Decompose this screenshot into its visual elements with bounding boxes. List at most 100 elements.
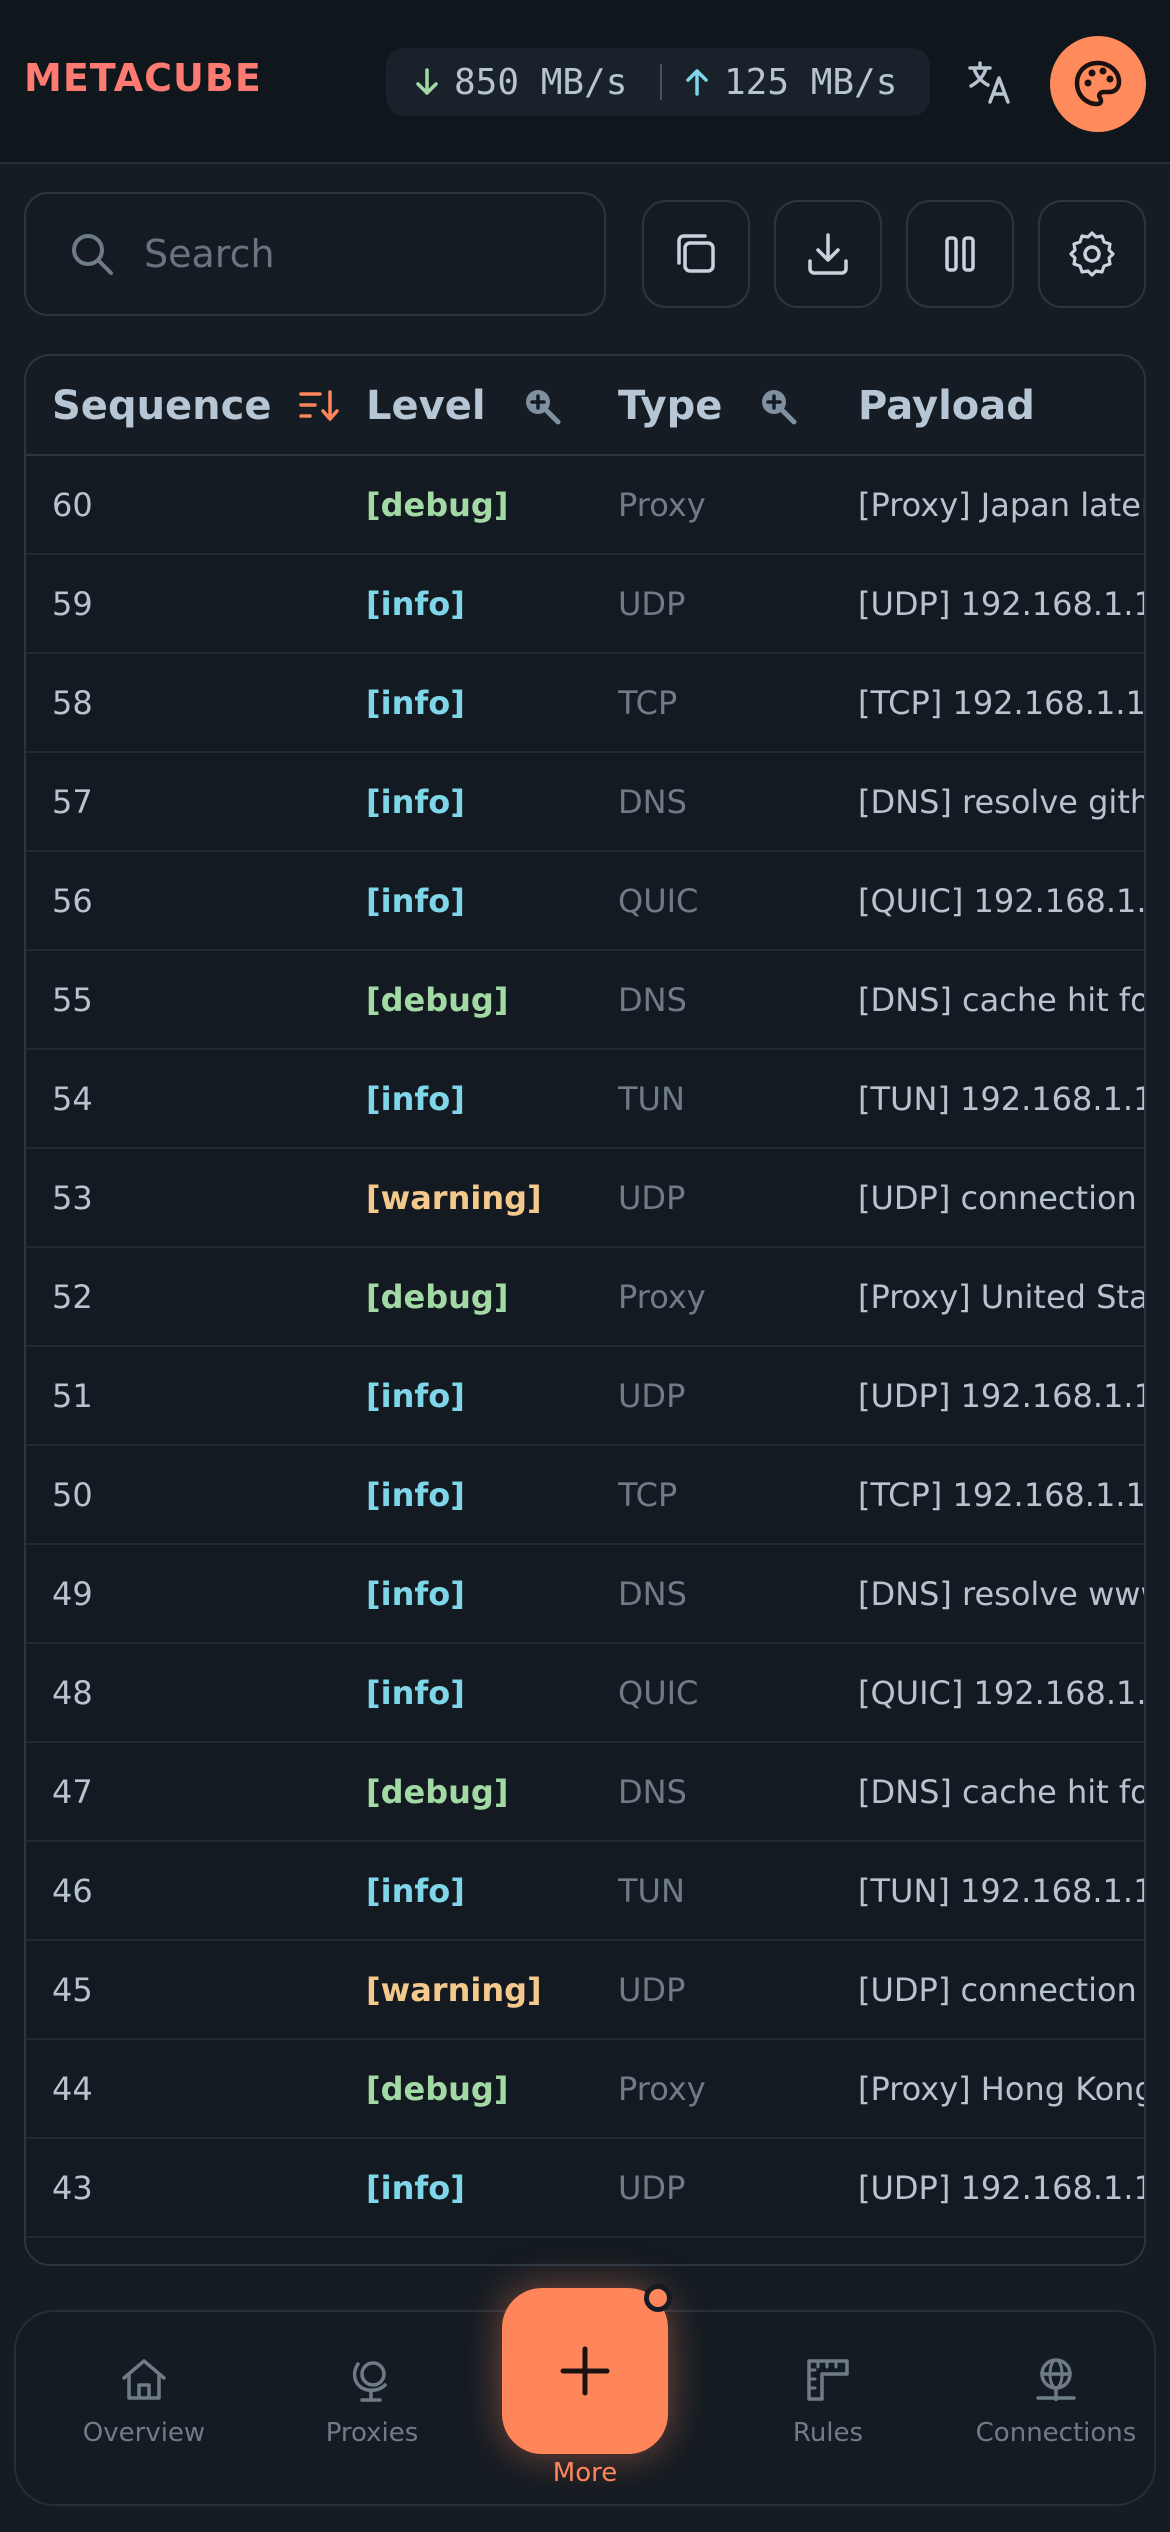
gear-icon xyxy=(1069,231,1115,277)
nav-item-connections[interactable]: Connections xyxy=(956,2352,1156,2472)
cell-sequence: 49 xyxy=(52,1574,93,1613)
search-box[interactable] xyxy=(24,192,606,316)
copy-icon xyxy=(677,234,715,273)
cell-sequence: 47 xyxy=(52,1772,93,1811)
search-input[interactable] xyxy=(144,232,564,276)
cell-sequence: 45 xyxy=(52,1970,93,2009)
copy-button[interactable] xyxy=(642,200,750,308)
table-row[interactable]: 49 [info] DNS [DNS] resolve www xyxy=(26,1545,1146,1644)
nav-item-overview[interactable]: Overview xyxy=(44,2352,244,2472)
cell-payload: [TCP] 192.168.1.100 xyxy=(858,1475,1146,1514)
column-header-level[interactable]: Level xyxy=(366,356,562,456)
ruler-icon xyxy=(807,2359,849,2401)
cell-payload: [DNS] cache hit for xyxy=(858,1772,1146,1811)
notification-dot xyxy=(644,2284,672,2312)
pause-button[interactable] xyxy=(906,200,1014,308)
table-row[interactable]: 48 [info] QUIC [QUIC] 192.168.1.10 xyxy=(26,1644,1146,1743)
cell-payload: [TUN] 192.168.1.10 xyxy=(858,1871,1146,1910)
nav-label: Proxies xyxy=(325,2418,419,2448)
cell-level: [info] xyxy=(366,2168,465,2207)
cell-payload: [TCP] 192.168.1.100 xyxy=(858,683,1146,722)
zoom-filter-icon[interactable] xyxy=(522,386,562,426)
cell-payload: [UDP] 192.168.1.10 xyxy=(858,1376,1146,1415)
cell-level: [info] xyxy=(366,1475,465,1514)
traffic-speed-indicator: 850 MB/s 125 MB/s xyxy=(386,48,930,116)
cell-type: TCP xyxy=(618,683,678,722)
cell-level: [info] xyxy=(366,1376,465,1415)
cell-type: UDP xyxy=(618,1970,686,2009)
cell-payload: [DNS] resolve www xyxy=(858,1574,1146,1613)
cell-level: [info] xyxy=(366,1574,465,1613)
table-row[interactable]: 45 [warning] UDP [UDP] connection to xyxy=(26,1941,1144,2040)
column-header-payload[interactable]: Payload xyxy=(858,356,1035,456)
cell-sequence: 53 xyxy=(52,1178,93,1217)
table-row[interactable]: 57 [info] DNS [DNS] resolve githu xyxy=(26,753,1144,852)
language-button[interactable] xyxy=(960,52,1020,112)
cell-sequence: 59 xyxy=(52,584,93,623)
cell-level: [info] xyxy=(366,1871,465,1910)
table-row[interactable]: 46 [info] TUN [TUN] 192.168.1.10 xyxy=(26,1842,1146,1941)
top-bar: METACUBE 850 MB/s 125 MB/s xyxy=(0,0,1170,164)
cell-type: QUIC xyxy=(618,1673,699,1712)
nav-item-proxies[interactable]: Proxies xyxy=(272,2352,472,2472)
cell-level: [debug] xyxy=(366,980,509,1019)
cell-payload: [UDP] 192.168.1.10 xyxy=(858,584,1146,623)
nav-label: Connections xyxy=(975,2418,1137,2448)
theme-button[interactable] xyxy=(1050,36,1146,132)
more-button[interactable] xyxy=(502,2288,668,2454)
app-logo: METACUBE xyxy=(24,56,262,100)
table-row[interactable]: 60 [debug] Proxy [Proxy] Japan laten xyxy=(26,456,1146,555)
cell-type: UDP xyxy=(618,2168,686,2207)
table-row[interactable]: 55 [debug] DNS [DNS] cache hit for xyxy=(26,951,1144,1050)
table-row[interactable]: 54 [info] TUN [TUN] 192.168.1.10 xyxy=(26,1050,1144,1149)
cell-type: UDP xyxy=(618,584,686,623)
column-label: Level xyxy=(366,383,486,429)
cell-sequence: 60 xyxy=(52,485,93,524)
table-row[interactable]: 59 [info] UDP [UDP] 192.168.1.10 xyxy=(26,555,1146,654)
table-row[interactable]: 43 [info] UDP [UDP] 192.168.1.10 xyxy=(26,2139,1146,2238)
zoom-filter-icon[interactable] xyxy=(758,386,798,426)
settings-button[interactable] xyxy=(1038,200,1146,308)
table-row[interactable]: 52 [debug] Proxy [Proxy] United State xyxy=(26,1248,1144,1347)
cell-level: [debug] xyxy=(366,1277,509,1316)
column-label: Type xyxy=(618,383,723,429)
nav-label: Rules xyxy=(792,2418,864,2448)
cell-level: [debug] xyxy=(366,1772,509,1811)
cell-level: [debug] xyxy=(366,485,509,524)
cell-payload: [UDP] 192.168.1.10 xyxy=(858,2168,1146,2207)
search-icon xyxy=(72,234,113,275)
cell-sequence: 50 xyxy=(52,1475,93,1514)
nav-item-rules[interactable]: Rules xyxy=(728,2352,928,2472)
table-row[interactable]: 51 [info] UDP [UDP] 192.168.1.10 xyxy=(26,1347,1146,1446)
sort-descending-icon[interactable] xyxy=(298,388,340,424)
nav-label: Overview xyxy=(82,2418,206,2448)
cell-payload: [Proxy] Japan laten xyxy=(858,485,1146,524)
cell-level: [info] xyxy=(366,584,465,623)
cell-level: [info] xyxy=(366,782,465,821)
cell-type: Proxy xyxy=(618,2069,706,2108)
column-header-type[interactable]: Type xyxy=(618,356,798,456)
translate-icon xyxy=(968,61,1010,104)
cell-sequence: 58 xyxy=(52,683,93,722)
column-header-sequence[interactable]: Sequence xyxy=(52,356,340,456)
cell-sequence: 54 xyxy=(52,1079,93,1118)
globe-stand-icon xyxy=(352,2361,387,2402)
cell-payload: [QUIC] 192.168.1.10 xyxy=(858,1673,1146,1712)
home-icon xyxy=(122,2359,166,2400)
table-row[interactable]: 56 [info] QUIC [QUIC] 192.168.1.10 xyxy=(26,852,1144,951)
cell-level: [warning] xyxy=(366,1970,542,2009)
column-label: Sequence xyxy=(52,383,272,429)
table-row[interactable]: 53 [warning] UDP [UDP] connection to xyxy=(26,1149,1144,1248)
cell-sequence: 48 xyxy=(52,1673,93,1712)
download-button[interactable] xyxy=(774,200,882,308)
table-row[interactable]: 44 [debug] Proxy [Proxy] Hong Kong xyxy=(26,2040,1144,2139)
table-row[interactable]: 58 [info] TCP [TCP] 192.168.1.100 xyxy=(26,654,1146,753)
table-row[interactable]: 50 [info] TCP [TCP] 192.168.1.100 xyxy=(26,1446,1146,1545)
cell-sequence: 51 xyxy=(52,1376,93,1415)
cell-payload: [UDP] connection to xyxy=(858,1178,1144,1217)
cell-type: DNS xyxy=(618,1772,687,1811)
table-row[interactable]: 47 [debug] DNS [DNS] cache hit for xyxy=(26,1743,1146,1842)
upload-speed: 125 MB/s xyxy=(684,48,897,116)
cell-sequence: 52 xyxy=(52,1277,93,1316)
cell-type: DNS xyxy=(618,1574,687,1613)
